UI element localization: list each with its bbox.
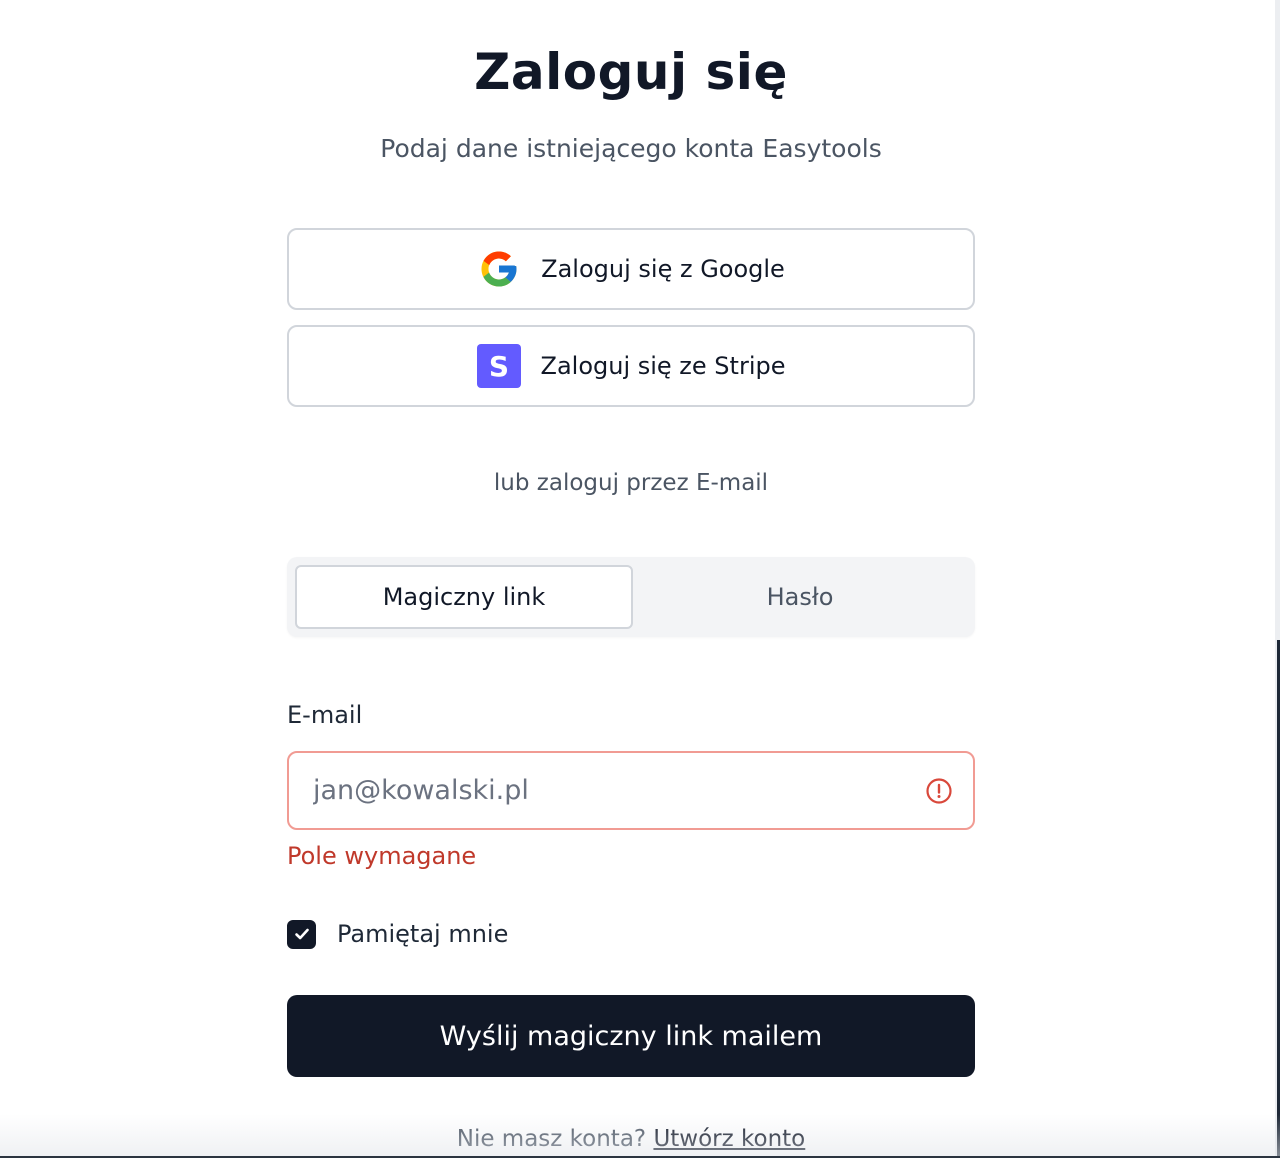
google-icon bbox=[477, 247, 521, 291]
tab-magic-link[interactable]: Magiczny link bbox=[295, 565, 633, 629]
email-divider-text: lub zaloguj przez E-mail bbox=[493, 470, 769, 496]
google-login-label: Zaloguj się z Google bbox=[541, 255, 785, 283]
email-error-message: Pole wymagane bbox=[287, 842, 477, 870]
send-magic-link-button[interactable]: Wyślij magiczny link mailem bbox=[287, 995, 975, 1077]
remember-me-row: Pamiętaj mnie bbox=[287, 918, 508, 950]
email-field-wrapper bbox=[287, 751, 975, 830]
signup-prompt: Nie masz konta? Utwórz konto bbox=[287, 1122, 975, 1156]
stripe-icon: S bbox=[476, 344, 521, 388]
signup-prompt-text: Nie masz konta? bbox=[456, 1126, 647, 1152]
page-title: Zaloguj się bbox=[474, 43, 788, 101]
login-method-tabs: Magiczny link Hasło bbox=[287, 557, 975, 637]
alert-circle-icon bbox=[926, 778, 952, 804]
remember-me-checkbox[interactable] bbox=[287, 919, 316, 949]
remember-me-label[interactable]: Pamiętaj mnie bbox=[337, 920, 508, 948]
email-input[interactable] bbox=[289, 753, 909, 828]
tab-password[interactable]: Hasło bbox=[633, 565, 967, 629]
google-login-button[interactable]: Zaloguj się z Google bbox=[287, 228, 975, 310]
stripe-login-button[interactable]: S Zaloguj się ze Stripe bbox=[287, 325, 975, 407]
stripe-icon-letter: S bbox=[488, 350, 508, 383]
stripe-login-label: Zaloguj się ze Stripe bbox=[540, 352, 786, 380]
create-account-link[interactable]: Utwórz konto bbox=[653, 1126, 805, 1152]
page-subtitle: Podaj dane istniejącego konta Easytools bbox=[380, 134, 882, 163]
email-label: E-mail bbox=[287, 701, 363, 729]
checkmark-icon bbox=[294, 928, 309, 940]
